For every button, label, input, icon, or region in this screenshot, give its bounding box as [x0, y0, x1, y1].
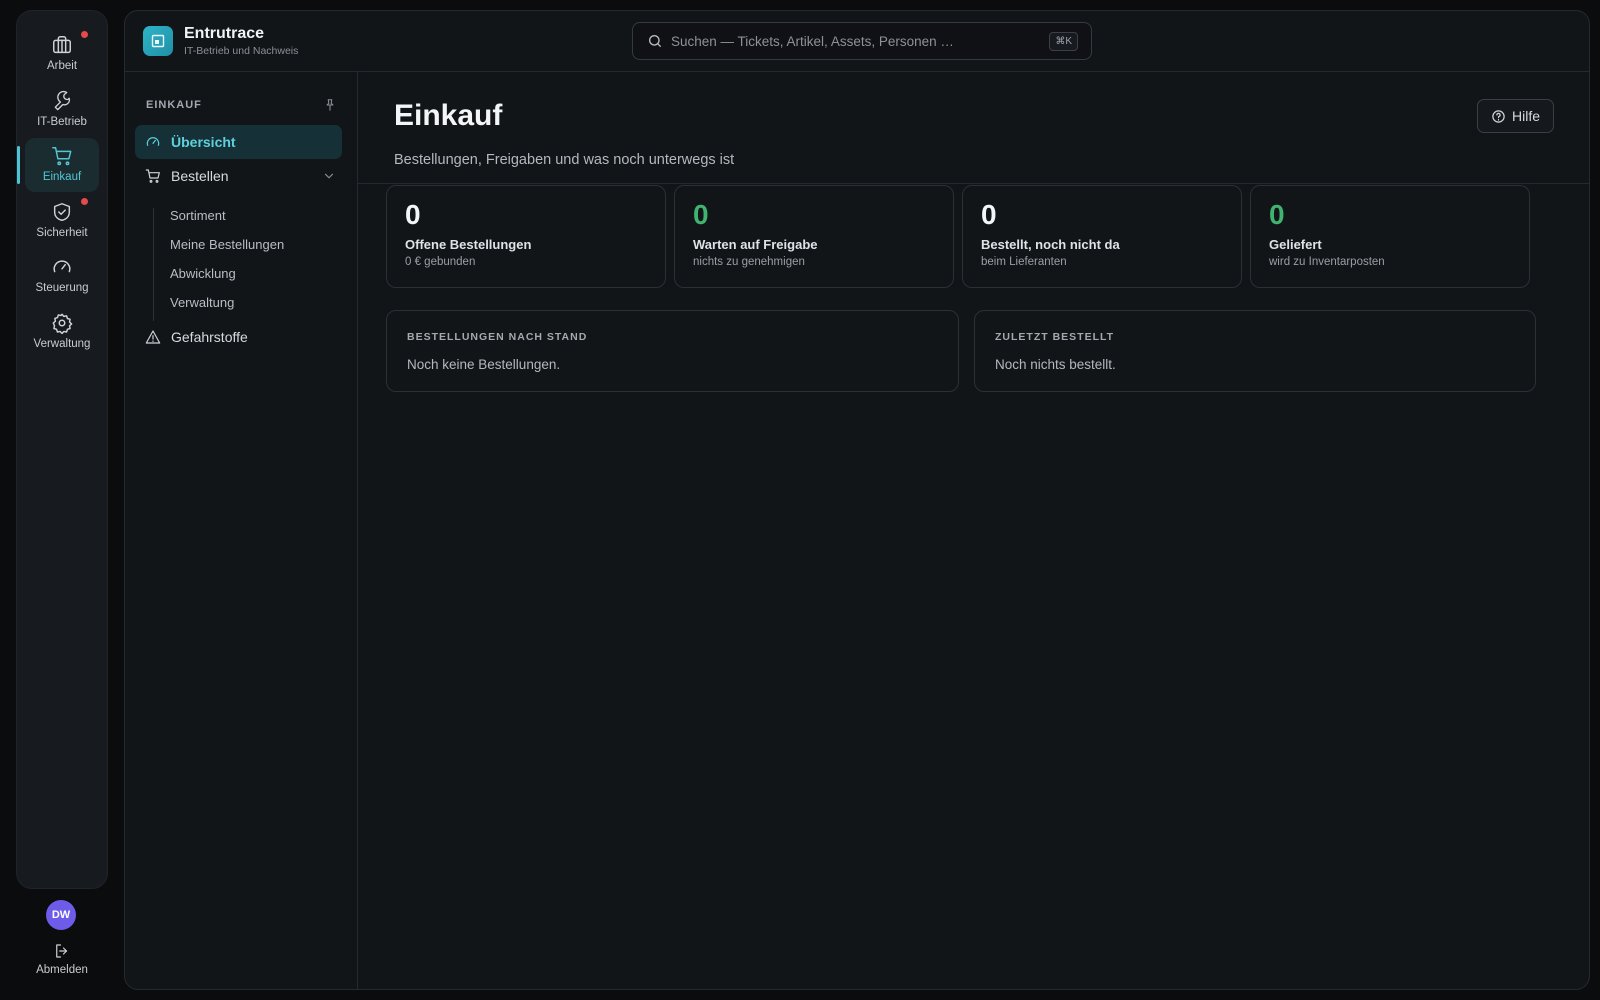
rail-item-label: Verwaltung [33, 338, 91, 350]
notification-dot [81, 31, 88, 38]
rail-item-it-betrieb[interactable]: IT-Betrieb [25, 83, 99, 137]
brand-logo[interactable] [143, 26, 173, 56]
search-icon [649, 35, 661, 47]
user-avatar[interactable]: DW [46, 900, 76, 930]
rail-item-arbeit[interactable]: Arbeit [25, 27, 99, 81]
stat-label: Offene Bestellungen [405, 237, 532, 252]
warning-icon [145, 330, 161, 344]
page-subtitle: Bestellungen, Freigaben und was noch unt… [394, 152, 735, 168]
rail-item-verwaltung[interactable]: Verwaltung [25, 305, 99, 359]
brand-subtitle: IT-Betrieb und Nachweis [184, 45, 299, 57]
logout-button[interactable]: Abmelden [20, 942, 104, 976]
stat-sub: wird zu Inventarposten [1269, 256, 1385, 268]
rail-item-einkauf[interactable]: Einkauf [17, 138, 99, 192]
stat-sub: beim Lieferanten [981, 256, 1067, 268]
section-nav-title: EINKAUF [146, 99, 202, 111]
sub-item-abwicklung[interactable]: Abwicklung [170, 266, 236, 281]
logo-icon [151, 34, 165, 48]
shield-check-icon [53, 203, 71, 221]
cart-icon [52, 147, 72, 166]
page-title: Einkauf [394, 99, 503, 132]
search-input[interactable] [671, 33, 1050, 49]
panel-zuletzt-bestellt: ZULETZT BESTELLT Noch nichts bestellt. [974, 310, 1536, 392]
notification-dot [81, 198, 88, 205]
stat-value: 0 [981, 199, 997, 230]
wrench-icon [54, 90, 71, 111]
nav-item-gefahrstoffe[interactable]: Gefahrstoffe [135, 320, 342, 354]
rail-item-label: Sicherheit [36, 227, 88, 239]
stat-value: 0 [405, 199, 421, 230]
global-search[interactable]: ⌘K [632, 22, 1092, 60]
stat-label: Geliefert [1269, 237, 1322, 252]
empty-state: Noch nichts bestellt. [995, 357, 1116, 372]
panel-bestellungen-nach-stand: BESTELLUNGEN NACH STAND Noch keine Beste… [386, 310, 959, 392]
stat-card-warten-auf-freigabe[interactable]: 0 Warten auf Freigabe nichts zu genehmig… [674, 185, 954, 288]
top-bar: Entrutrace IT-Betrieb und Nachweis ⌘K [125, 11, 1589, 72]
gear-icon [52, 313, 73, 334]
nav-item-uebersicht[interactable]: Übersicht [135, 125, 342, 159]
app-rail: Arbeit IT-Betrieb Einkauf Sicherheit Ste… [16, 10, 108, 889]
rail-item-sicherheit[interactable]: Sicherheit [25, 194, 99, 248]
sub-item-verwaltung[interactable]: Verwaltung [170, 295, 234, 310]
stat-label: Bestellt, noch nicht da [981, 237, 1120, 252]
stat-value: 0 [693, 199, 709, 230]
sub-item-meine-bestellungen[interactable]: Meine Bestellungen [170, 237, 284, 252]
nav-item-label: Gefahrstoffe [171, 329, 248, 345]
stat-sub: nichts zu genehmigen [693, 256, 805, 268]
divider [358, 183, 1589, 184]
nav-item-label: Übersicht [171, 134, 236, 150]
gauge-icon [146, 137, 160, 146]
logout-label: Abmelden [36, 964, 88, 976]
rail-item-label: Steuerung [35, 282, 89, 294]
stat-value: 0 [1269, 199, 1285, 230]
chevron-down-icon[interactable] [322, 169, 336, 183]
main-frame: Entrutrace IT-Betrieb und Nachweis ⌘K EI… [124, 10, 1590, 990]
rail-item-label: Einkauf [42, 171, 82, 183]
stat-sub: 0 € gebunden [405, 256, 476, 268]
stat-card-offene-bestellungen[interactable]: 0 Offene Bestellungen 0 € gebunden [386, 185, 666, 288]
brand-name: Entrutrace [184, 25, 265, 42]
help-circle-icon [1492, 109, 1505, 123]
rail-item-label: Arbeit [46, 60, 78, 72]
empty-state: Noch keine Bestellungen. [407, 357, 561, 372]
stat-label: Warten auf Freigabe [693, 237, 818, 252]
sub-item-sortiment[interactable]: Sortiment [170, 208, 226, 223]
rail-item-steuerung[interactable]: Steuerung [25, 249, 99, 303]
gauge-icon [53, 260, 71, 273]
nav-item-label: Bestellen [171, 168, 229, 184]
panel-title: ZULETZT BESTELLT [995, 331, 1115, 343]
panel-title: BESTELLUNGEN NACH STAND [407, 331, 588, 343]
sub-tree-line [153, 208, 154, 321]
logout-icon [56, 944, 68, 958]
briefcase-icon [53, 36, 71, 54]
pin-icon[interactable] [323, 98, 337, 112]
nav-item-bestellen[interactable]: Bestellen [135, 159, 342, 193]
search-shortcut: ⌘K [1049, 31, 1078, 51]
stat-card-bestellt[interactable]: 0 Bestellt, noch nicht da beim Lieferant… [962, 185, 1242, 288]
rail-item-label: IT-Betrieb [37, 116, 87, 128]
help-button[interactable]: Hilfe [1477, 99, 1554, 133]
cart-icon [145, 169, 160, 183]
stat-card-geliefert[interactable]: 0 Geliefert wird zu Inventarposten [1250, 185, 1530, 288]
help-label: Hilfe [1511, 108, 1540, 124]
section-nav: EINKAUF Übersicht Bestellen Sortiment Me… [125, 72, 358, 989]
